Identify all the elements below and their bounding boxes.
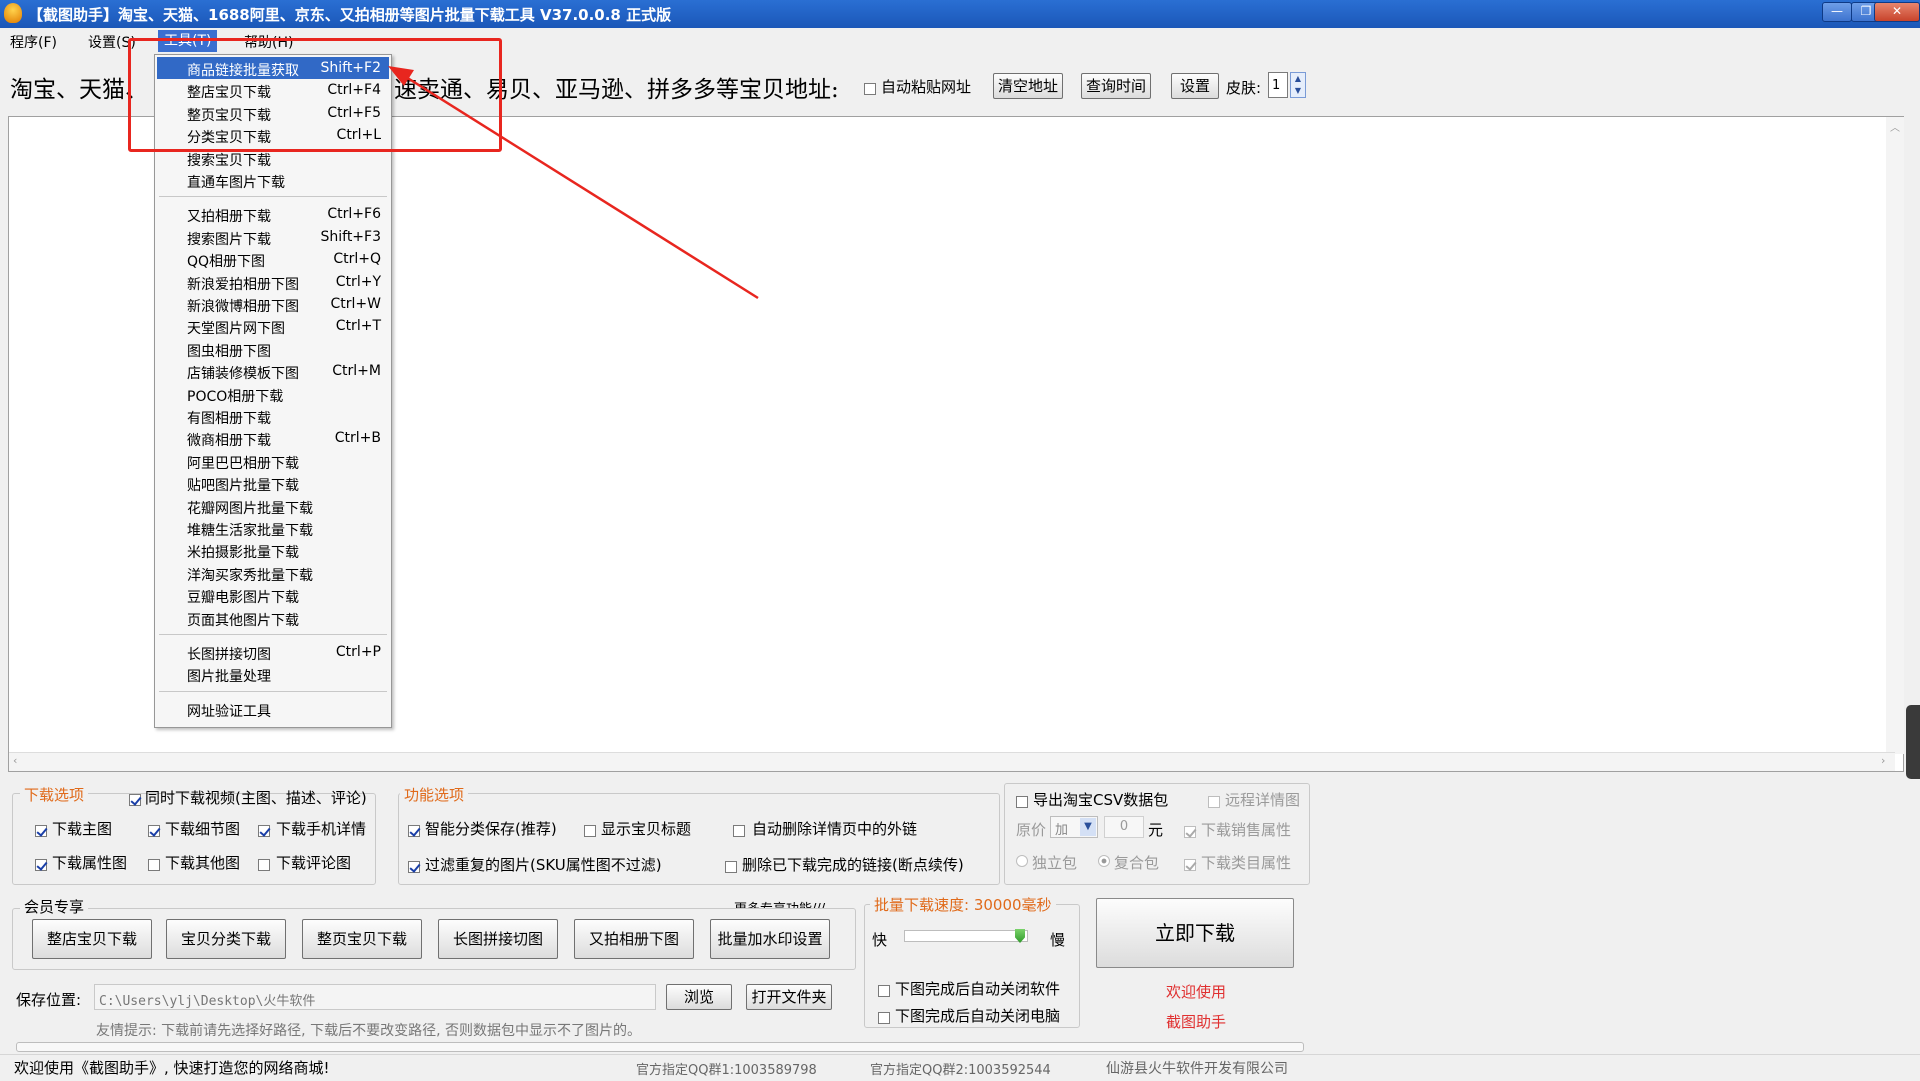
annotation-arrow-icon bbox=[388, 66, 759, 300]
